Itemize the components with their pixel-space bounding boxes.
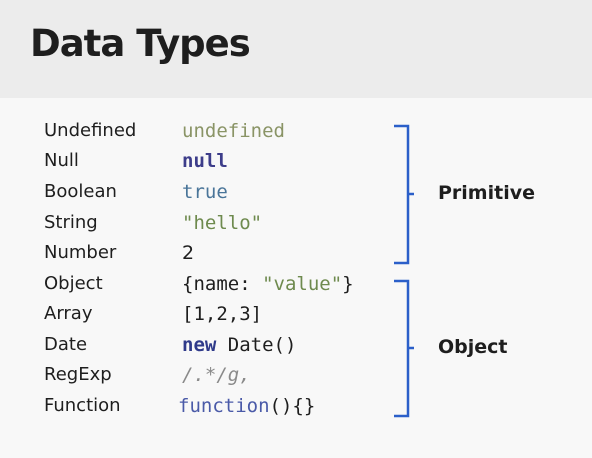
example-token: "hello" — [182, 212, 263, 234]
type-name: Undefined — [44, 120, 137, 141]
example-token: Date() — [216, 334, 297, 356]
type-row-number: Number 2 — [0, 238, 400, 268]
type-example: {name: "value"} — [182, 273, 354, 295]
type-example: /.*/g, — [182, 364, 251, 386]
group-label-object: Object — [438, 336, 508, 358]
example-token: 2 — [182, 242, 195, 264]
example-token: new — [182, 334, 217, 356]
type-name: RegExp — [44, 364, 112, 385]
type-row-regexp: RegExp /.*/g, — [0, 360, 400, 390]
type-name: Boolean — [44, 181, 117, 202]
group-label-primitive: Primitive — [438, 182, 535, 204]
type-example: [1,2,3] — [182, 303, 262, 325]
type-row-array: Array [1,2,3] — [0, 299, 400, 329]
object-bracket — [394, 279, 414, 418]
type-name: Date — [44, 334, 88, 355]
example-token: : — [239, 273, 263, 295]
type-example: true — [182, 181, 228, 203]
example-token: true — [182, 181, 228, 203]
example-token: /.*/g, — [182, 364, 251, 386]
example-token: null — [182, 150, 228, 172]
type-row-function: Function function(){} — [0, 391, 400, 421]
type-name: Object — [44, 273, 103, 294]
type-row-null: Null null — [0, 146, 400, 176]
example-token: (){} — [269, 395, 316, 417]
slide-title: Data Types — [30, 22, 251, 65]
primitive-bracket — [394, 124, 414, 265]
type-name: String — [44, 212, 98, 233]
type-name: Null — [44, 150, 79, 171]
primitive-bracket-path — [394, 124, 414, 265]
type-name: Number — [44, 242, 117, 263]
example-token: [1,2,3] — [182, 303, 263, 325]
type-example: undefined — [182, 120, 285, 142]
example-token: } — [342, 273, 354, 295]
type-row-date: Date new Date() — [0, 330, 400, 360]
type-row-object: Object {name: "value"} — [0, 269, 400, 299]
type-example: "hello" — [182, 212, 262, 234]
type-example: null — [182, 150, 228, 172]
type-example: 2 — [182, 242, 194, 264]
type-row-boolean: Boolean true — [0, 177, 400, 207]
type-name: Array — [44, 303, 93, 324]
slide-header: Data Types — [0, 0, 592, 98]
example-token: function — [178, 395, 270, 417]
object-bracket-path — [394, 279, 414, 418]
example-token: undefined — [182, 120, 285, 142]
type-row-undefined: Undefined undefined — [0, 116, 400, 146]
type-example: function(){} — [178, 395, 315, 417]
type-example: new Date() — [182, 334, 296, 356]
example-token: {name — [182, 273, 240, 295]
type-name: Function — [44, 395, 121, 416]
example-token: "value" — [262, 273, 343, 295]
slide-body: Undefined undefined Null null Boolean tr… — [0, 98, 592, 458]
type-row-string: String "hello" — [0, 208, 400, 238]
